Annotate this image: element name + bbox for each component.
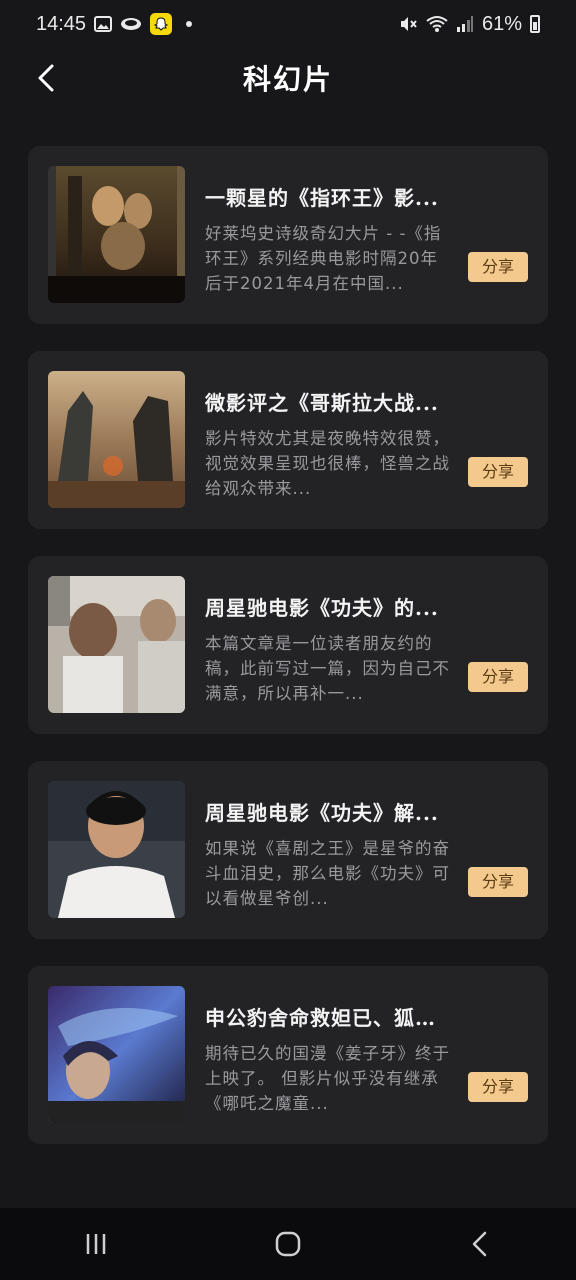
article-text: 周星驰电影《功夫》的... 本篇文章是一位读者朋友约的稿，此前写过一篇，因为自己… bbox=[205, 592, 453, 706]
article-card[interactable]: 一颗星的《指环王》影... 好莱坞史诗级奇幻大片 - -《指环王》系列经典电影时… bbox=[28, 146, 548, 324]
share-button[interactable]: 分享 bbox=[468, 457, 528, 487]
status-left: 14:45 bbox=[36, 12, 193, 36]
article-thumbnail bbox=[48, 986, 185, 1123]
share-button[interactable]: 分享 bbox=[468, 252, 528, 282]
article-description: 期待已久的国漫《姜子牙》终于上映了。 但影片似乎没有继承《哪吒之魔童... bbox=[205, 1044, 450, 1113]
recents-button[interactable] bbox=[66, 1214, 126, 1274]
article-description: 好莱坞史诗级奇幻大片 - -《指环王》系列经典电影时隔20年后于2021年4月在… bbox=[205, 224, 442, 293]
top-bar: 科幻片 bbox=[0, 48, 576, 108]
article-card[interactable]: 申公豹舍命救妲已、狐妖... 期待已久的国漫《姜子牙》终于上映了。 但影片似乎没… bbox=[28, 966, 548, 1144]
share-button[interactable]: 分享 bbox=[468, 1072, 528, 1102]
gallery-icon bbox=[94, 15, 113, 33]
cloud-icon bbox=[120, 16, 142, 32]
status-right: 61% bbox=[398, 13, 540, 36]
article-text: 微影评之《哥斯拉大战... 影片特效尤其是夜晚特效很赞，视觉效果呈现也很棒，怪兽… bbox=[205, 387, 453, 501]
notification-dot bbox=[186, 21, 193, 27]
wifi-icon bbox=[426, 15, 448, 33]
battery-percent: 61% bbox=[481, 12, 522, 35]
share-button[interactable]: 分享 bbox=[468, 867, 528, 897]
back-nav-button[interactable] bbox=[450, 1214, 510, 1274]
article-description: 如果说《喜剧之王》是星爷的奋斗血泪史，那么电影《功夫》可以看做星爷创... bbox=[205, 839, 450, 908]
home-icon bbox=[275, 1231, 301, 1257]
article-description: 影片特效尤其是夜晚特效很赞，视觉效果呈现也很棒，怪兽之战给观众带来... bbox=[205, 429, 450, 498]
article-title: 微影评之《哥斯拉大战... bbox=[205, 391, 439, 415]
article-card[interactable]: 周星驰电影《功夫》解... 如果说《喜剧之王》是星爷的奋斗血泪史，那么电影《功夫… bbox=[28, 761, 548, 939]
article-title: 周星驰电影《功夫》解... bbox=[205, 801, 439, 825]
article-thumbnail bbox=[48, 166, 185, 303]
status-time: 14:45 bbox=[36, 12, 87, 35]
article-list: 一颗星的《指环王》影... 好莱坞史诗级奇幻大片 - -《指环王》系列经典电影时… bbox=[28, 146, 548, 1171]
article-text: 一颗星的《指环王》影... 好莱坞史诗级奇幻大片 - -《指环王》系列经典电影时… bbox=[205, 182, 453, 296]
article-title: 周星驰电影《功夫》的... bbox=[205, 596, 439, 620]
back-icon bbox=[472, 1231, 487, 1257]
status-bar: 14:45 61% bbox=[0, 0, 576, 48]
home-button[interactable] bbox=[258, 1214, 318, 1274]
article-text: 申公豹舍命救妲已、狐妖... 期待已久的国漫《姜子牙》终于上映了。 但影片似乎没… bbox=[205, 1002, 453, 1116]
signal-icon bbox=[456, 15, 474, 33]
snapchat-icon bbox=[150, 13, 173, 35]
article-title: 申公豹舍命救妲已、狐妖... bbox=[205, 1006, 453, 1030]
recents-icon bbox=[86, 1234, 106, 1254]
article-thumbnail bbox=[48, 576, 185, 713]
article-card[interactable]: 微影评之《哥斯拉大战... 影片特效尤其是夜晚特效很赞，视觉效果呈现也很棒，怪兽… bbox=[28, 351, 548, 529]
mute-icon bbox=[398, 14, 418, 34]
battery-icon bbox=[530, 15, 540, 33]
article-card[interactable]: 周星驰电影《功夫》的... 本篇文章是一位读者朋友约的稿，此前写过一篇，因为自己… bbox=[28, 556, 548, 734]
article-thumbnail bbox=[48, 781, 185, 918]
article-text: 周星驰电影《功夫》解... 如果说《喜剧之王》是星爷的奋斗血泪史，那么电影《功夫… bbox=[205, 797, 453, 911]
article-thumbnail bbox=[48, 371, 185, 508]
share-button[interactable]: 分享 bbox=[468, 662, 528, 692]
article-description: 本篇文章是一位读者朋友约的稿，此前写过一篇，因为自己不满意，所以再补一... bbox=[205, 634, 450, 703]
system-nav-bar bbox=[0, 1208, 576, 1280]
page-title: 科幻片 bbox=[242, 63, 333, 96]
article-title: 一颗星的《指环王》影... bbox=[205, 186, 439, 210]
